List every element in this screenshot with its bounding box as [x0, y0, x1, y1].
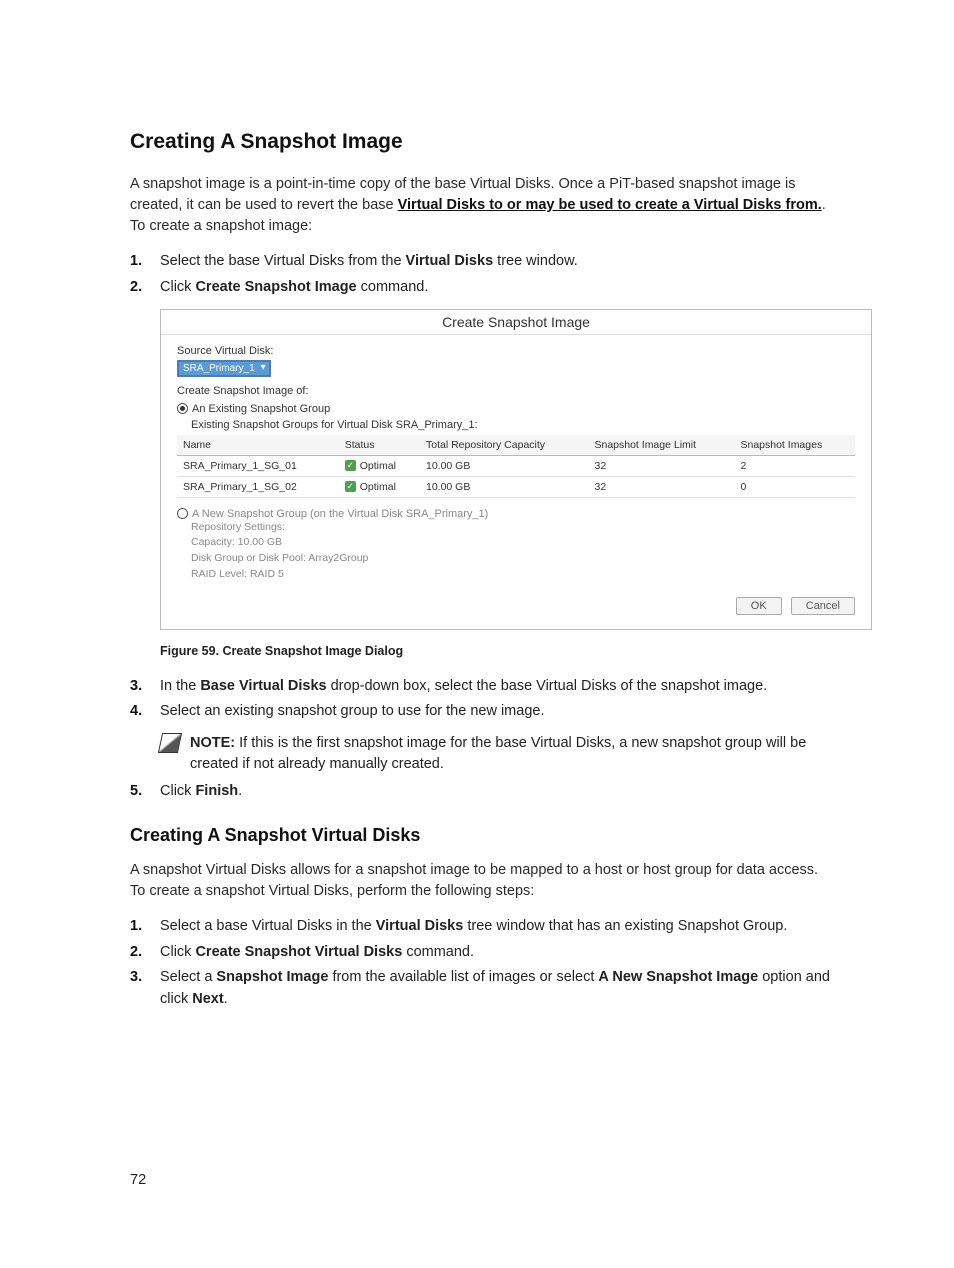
s2s1-pre: Select a base Virtual Disks in the: [160, 918, 376, 934]
figure-create-snapshot-dialog: Create Snapshot Image Source Virtual Dis…: [160, 309, 834, 630]
existing-groups-caption: Existing Snapshot Groups for Virtual Dis…: [191, 419, 855, 431]
figure-caption: Figure 59. Create Snapshot Image Dialog: [160, 644, 834, 658]
snapshot-groups-table: Name Status Total Repository Capacity Sn…: [177, 435, 855, 498]
repo-raid: RAID Level: RAID 5: [191, 567, 855, 583]
s2s3-b1: Snapshot Image: [216, 969, 328, 985]
cell-images: 0: [734, 476, 855, 497]
check-icon: ✓: [345, 460, 356, 471]
dialog-body: Source Virtual Disk: SRA_Primary_1 Creat…: [161, 335, 871, 629]
step-5-bold: Finish: [195, 783, 238, 799]
s2s3-mid: from the available list of images or sel…: [328, 969, 598, 985]
step-5: Click Finish.: [130, 781, 834, 803]
step-1-post: tree window.: [493, 253, 578, 269]
document-page: Creating A Snapshot Image A snapshot ima…: [0, 0, 954, 1268]
note-icon: [158, 733, 182, 753]
note-body: If this is the first snapshot image for …: [190, 735, 806, 772]
col-status[interactable]: Status: [339, 435, 420, 456]
cell-images: 2: [734, 455, 855, 476]
s2s3-post2: .: [224, 991, 228, 1007]
dialog-title: Create Snapshot Image: [161, 310, 871, 335]
radio-new-group[interactable]: A New Snapshot Group (on the Virtual Dis…: [177, 508, 855, 520]
col-name[interactable]: Name: [177, 435, 339, 456]
steps-final: Click Finish.: [130, 781, 834, 803]
repo-diskgroup: Disk Group or Disk Pool: Array2Group: [191, 551, 855, 567]
repo-capacity: Capacity: 10.00 GB: [191, 535, 855, 551]
note-block: NOTE: If this is the first snapshot imag…: [160, 733, 834, 775]
ok-button[interactable]: OK: [736, 597, 782, 615]
col-capacity[interactable]: Total Repository Capacity: [420, 435, 589, 456]
section2-intro: A snapshot Virtual Disks allows for a sn…: [130, 860, 834, 902]
section-heading-create-snapshot-vd: Creating A Snapshot Virtual Disks: [130, 825, 834, 846]
cell-status: ✓ Optimal: [339, 476, 420, 497]
cancel-button[interactable]: Cancel: [791, 597, 855, 615]
cell-limit: 32: [588, 476, 734, 497]
step-1-pre: Select the base Virtual Disks from the: [160, 253, 406, 269]
source-vd-label: Source Virtual Disk:: [177, 345, 855, 357]
s2s3-b2: A New Snapshot Image: [598, 969, 758, 985]
step-3-post: drop-down box, select the base Virtual D…: [327, 678, 768, 694]
step-3-pre: In the: [160, 678, 200, 694]
s2-step-2: Click Create Snapshot Virtual Disks comm…: [130, 942, 834, 964]
step-1: Select the base Virtual Disks from the V…: [130, 251, 834, 273]
section2-steps: Select a base Virtual Disks in the Virtu…: [130, 916, 834, 1011]
step-3: In the Base Virtual Disks drop-down box,…: [130, 676, 834, 698]
s2s3-b3: Next: [192, 991, 223, 1007]
s2-step-1: Select a base Virtual Disks in the Virtu…: [130, 916, 834, 938]
s2s2-bold: Create Snapshot Virtual Disks: [195, 944, 402, 960]
s2s2-pre: Click: [160, 944, 195, 960]
cell-name: SRA_Primary_1_SG_02: [177, 476, 339, 497]
cell-capacity: 10.00 GB: [420, 476, 589, 497]
cell-status: ✓ Optimal: [339, 455, 420, 476]
cell-limit: 32: [588, 455, 734, 476]
s2-step-3: Select a Snapshot Image from the availab…: [130, 967, 834, 1011]
table-row[interactable]: SRA_Primary_1_SG_02 ✓ Optimal 10.00 GB 3…: [177, 476, 855, 497]
repository-settings: Repository Settings: Capacity: 10.00 GB …: [191, 520, 855, 583]
intro-link[interactable]: Virtual Disks to or may be used to creat…: [398, 197, 822, 213]
cell-capacity: 10.00 GB: [420, 455, 589, 476]
step-2: Click Create Snapshot Image command.: [130, 277, 834, 299]
col-images[interactable]: Snapshot Images: [734, 435, 855, 456]
check-icon: ✓: [345, 481, 356, 492]
step-5-post: .: [238, 783, 242, 799]
note-text: NOTE: If this is the first snapshot imag…: [190, 733, 834, 775]
page-number: 72: [130, 1172, 146, 1188]
radio-existing-group[interactable]: An Existing Snapshot Group: [177, 403, 855, 415]
step-2-bold: Create Snapshot Image: [195, 279, 356, 295]
cell-name: SRA_Primary_1_SG_01: [177, 455, 339, 476]
steps-after-figure: In the Base Virtual Disks drop-down box,…: [130, 676, 834, 724]
step-4: Select an existing snapshot group to use…: [130, 701, 834, 723]
step-1-bold: Virtual Disks: [406, 253, 494, 269]
s2s1-post: tree window that has an existing Snapsho…: [463, 918, 787, 934]
step-5-pre: Click: [160, 783, 195, 799]
steps-before-figure: Select the base Virtual Disks from the V…: [130, 251, 834, 299]
source-vd-select[interactable]: SRA_Primary_1: [177, 360, 271, 377]
s2s1-bold: Virtual Disks: [376, 918, 464, 934]
section-heading-create-snapshot-image: Creating A Snapshot Image: [130, 130, 834, 154]
status-text: Optimal: [360, 481, 396, 493]
table-header-row: Name Status Total Repository Capacity Sn…: [177, 435, 855, 456]
create-of-label: Create Snapshot Image of:: [177, 385, 855, 397]
dialog-button-row: OK Cancel: [177, 583, 855, 615]
dialog-window: Create Snapshot Image Source Virtual Dis…: [160, 309, 872, 630]
note-label: NOTE:: [190, 735, 235, 751]
step-3-bold: Base Virtual Disks: [200, 678, 326, 694]
status-text: Optimal: [360, 460, 396, 472]
table-row[interactable]: SRA_Primary_1_SG_01 ✓ Optimal 10.00 GB 3…: [177, 455, 855, 476]
repo-title: Repository Settings:: [191, 520, 855, 536]
step-2-post: command.: [357, 279, 429, 295]
s2s2-post: command.: [402, 944, 474, 960]
radio-unselected-icon: [177, 508, 188, 519]
step-2-pre: Click: [160, 279, 195, 295]
col-limit[interactable]: Snapshot Image Limit: [588, 435, 734, 456]
radio-selected-icon: [177, 403, 188, 414]
intro-paragraph: A snapshot image is a point-in-time copy…: [130, 174, 834, 237]
s2s3-pre: Select a: [160, 969, 216, 985]
radio-existing-label: An Existing Snapshot Group: [192, 403, 330, 415]
radio-new-label: A New Snapshot Group (on the Virtual Dis…: [192, 508, 488, 520]
